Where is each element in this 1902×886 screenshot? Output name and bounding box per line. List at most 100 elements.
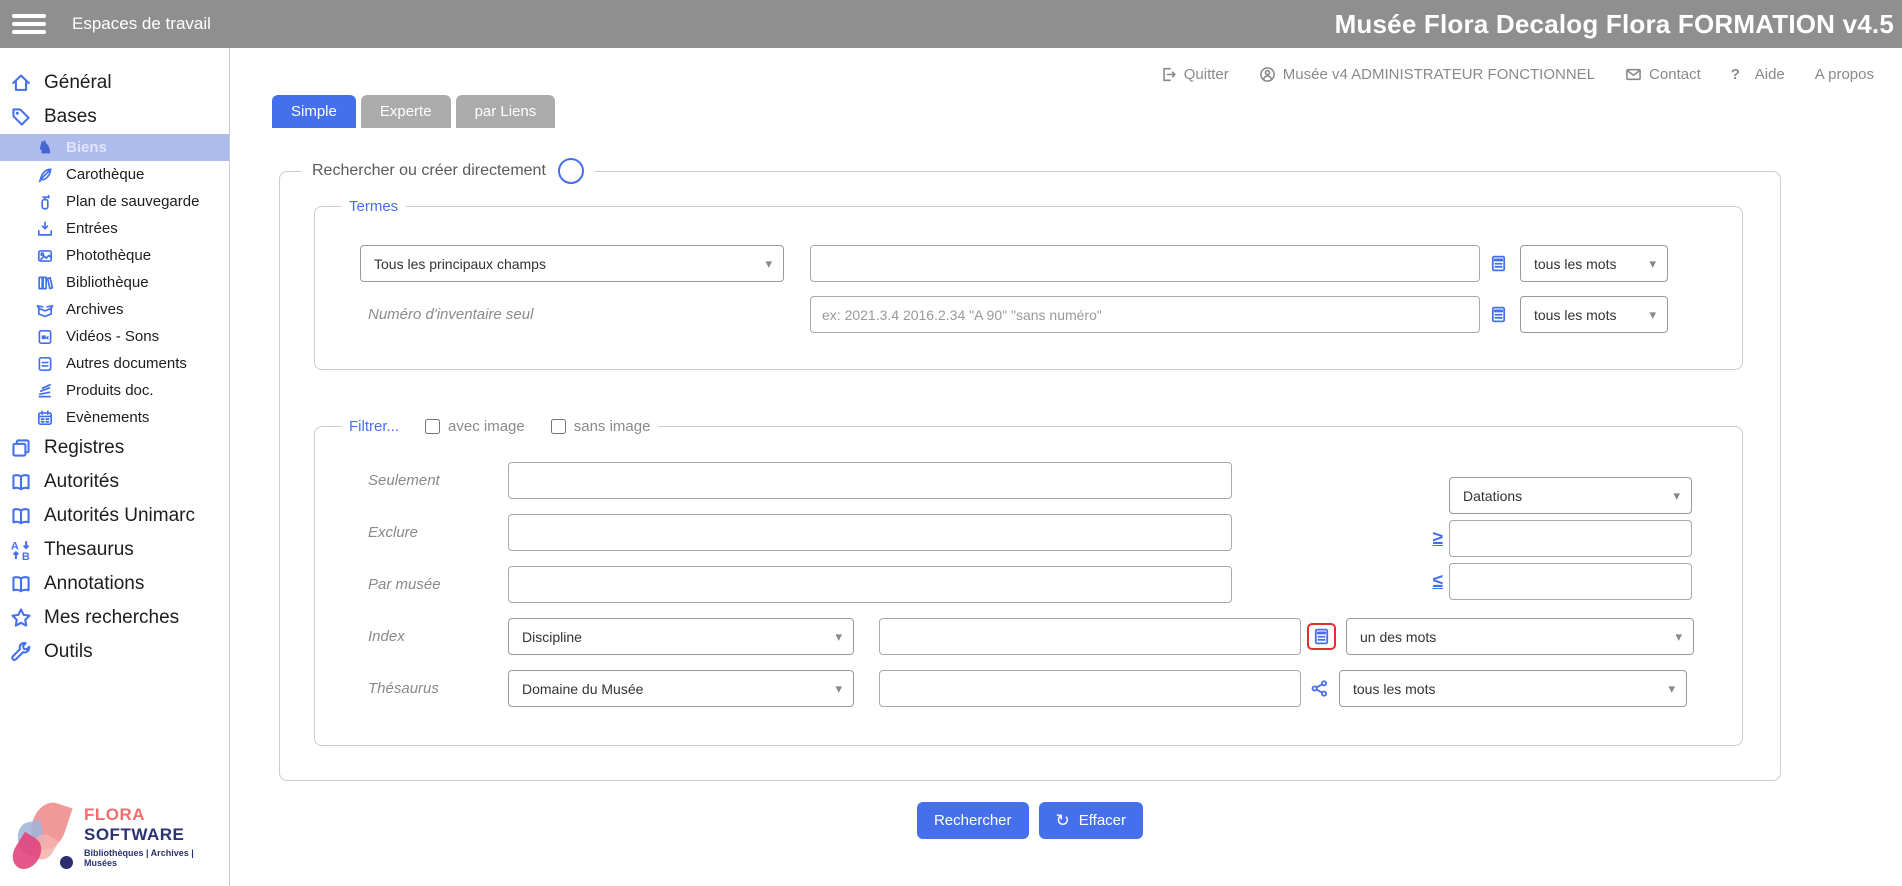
tab-simple[interactable]: Simple [272, 95, 356, 128]
par-musee-label: Par musée [368, 576, 508, 593]
sidebar-nav: Général Bases♞BiensCarothèque Plan de sauv… [0, 66, 229, 669]
sidebar-item-thesaurus[interactable]: ABThesaurus [0, 533, 229, 567]
sans-image-label: sans image [574, 418, 651, 435]
svg-text:B: B [22, 551, 30, 561]
datations-block: Datations ≥ ≤ [1426, 471, 1692, 600]
match-select-1[interactable]: tous les mots [1520, 245, 1668, 282]
gte-symbol[interactable]: ≥ [1433, 528, 1443, 550]
avec-image-option: avec image [425, 418, 525, 435]
knight-icon: ♞ [36, 139, 54, 157]
filtrer-legend: Filtrer... [349, 418, 399, 435]
sidebar-item-general[interactable]: Général [0, 66, 229, 100]
sidebar-item-label: Evènements [66, 409, 149, 426]
filtrer-section: Filtrer... avec image sans image Seuleme… [314, 418, 1743, 746]
add-record-button[interactable] [558, 158, 584, 184]
match-select-2[interactable]: tous les mots [1520, 296, 1668, 333]
sidebar-item-autres-documents[interactable]: Autres documents [0, 350, 229, 377]
exclure-input[interactable] [508, 514, 1232, 551]
datations-select[interactable]: Datations [1449, 477, 1692, 514]
a-propos-link[interactable]: A propos [1815, 66, 1874, 83]
sans-image-checkbox[interactable] [551, 419, 566, 434]
sidebar-item-autorites[interactable]: Autorités [0, 465, 229, 499]
thesaurus-input[interactable] [879, 670, 1301, 707]
effacer-button[interactable]: ↻Effacer [1039, 802, 1144, 839]
thesaurus-label: Thésaurus [368, 680, 508, 697]
thesaurus-match-select[interactable]: tous les mots [1339, 670, 1687, 707]
sidebar-item-outils[interactable]: Outils [0, 635, 229, 669]
avec-image-checkbox[interactable] [425, 419, 440, 434]
index-list-icon[interactable] [1312, 627, 1331, 646]
sidebar-item-label: Archives [66, 301, 124, 318]
exclure-label: Exclure [368, 524, 508, 541]
sidebar-item-entrees[interactable]: Entrées [0, 215, 229, 242]
sidebar-item-bases[interactable]: Bases [0, 100, 229, 134]
contact-label: Contact [1649, 66, 1701, 83]
flora-software-logo: FLORA SOFTWARE Bibliothèques | Archives … [0, 790, 229, 886]
index-match-select[interactable]: un des mots [1346, 618, 1694, 655]
sidebar-item-mes-recherches[interactable]: Mes recherches [0, 601, 229, 635]
datation-min-input[interactable] [1449, 520, 1692, 557]
index-list-highlight [1307, 623, 1336, 650]
par-musee-input[interactable] [508, 566, 1232, 603]
sidebar-item-annotations[interactable]: Annotations [0, 567, 229, 601]
plus-icon [564, 164, 578, 178]
sidebar-item-phototheque[interactable]: Photothèque [0, 242, 229, 269]
lte-symbol[interactable]: ≤ [1433, 571, 1443, 593]
field-select[interactable]: Tous les principaux champs [360, 245, 784, 282]
current-user[interactable]: Musée v4 ADMINISTRATEUR FONCTIONNEL [1259, 66, 1595, 83]
sidebar-item-label: Produits doc. [66, 382, 154, 399]
hamburger-menu-icon[interactable] [12, 14, 46, 34]
tab-experte[interactable]: Experte [361, 95, 451, 128]
index-input[interactable] [879, 618, 1301, 655]
tag-icon [10, 106, 32, 128]
inventory-number-input[interactable] [810, 296, 1480, 333]
sidebar-item-autorites-unimarc[interactable]: Autorités Unimarc [0, 499, 229, 533]
sidebar-item-label: Vidéos - Sons [66, 328, 159, 345]
refresh-icon: ↻ [1056, 811, 1070, 831]
aide-link[interactable]: ?Aide [1731, 66, 1785, 83]
index-list-icon[interactable] [1489, 305, 1508, 324]
books-icon [36, 274, 54, 292]
sidebar-item-bibliotheque[interactable]: Bibliothèque [0, 269, 229, 296]
sidebar-item-plan-de-sauvegarde[interactable]: Plan de sauvegarde [0, 188, 229, 215]
rechercher-button[interactable]: Rechercher [917, 802, 1029, 839]
index-list-icon[interactable] [1489, 254, 1508, 273]
logout-icon [1160, 66, 1177, 83]
datation-max-input[interactable] [1449, 563, 1692, 600]
thesaurus-tree-icon[interactable] [1310, 679, 1329, 698]
sidebar-item-label: Mes recherches [44, 607, 179, 629]
quitter-link[interactable]: Quitter [1160, 66, 1229, 83]
quitter-label: Quitter [1184, 66, 1229, 83]
workspace-label: Espaces de travail [72, 14, 211, 34]
action-buttons: Rechercher ↻Effacer [279, 802, 1781, 839]
inbox-download-icon [36, 220, 54, 238]
image-icon [36, 247, 54, 265]
sidebar-item-label: Général [44, 72, 112, 94]
sidebar-item-label: Registres [44, 437, 124, 459]
sidebar-item-evenements[interactable]: Evènements [0, 404, 229, 431]
term-input[interactable] [810, 245, 1480, 282]
sidebar: Général Bases♞BiensCarothèque Plan de sauv… [0, 48, 230, 886]
home-icon [10, 72, 32, 94]
sidebar-item-label: Autorités Unimarc [44, 505, 195, 527]
sidebar-item-label: Thesaurus [44, 539, 134, 561]
sans-image-option: sans image [551, 418, 651, 435]
sidebar-item-label: Autorités [44, 471, 119, 493]
sidebar-item-videos-sons[interactable]: Vidéos - Sons [0, 323, 229, 350]
sidebar-item-biens[interactable]: ♞Biens [0, 134, 229, 161]
sidebar-item-archives[interactable]: Archives [0, 296, 229, 323]
sidebar-item-label: Plan de sauvegarde [66, 193, 199, 210]
tab-par-liens[interactable]: par Liens [456, 95, 556, 128]
sidebar-item-carotheque[interactable]: Carothèque [0, 161, 229, 188]
thesaurus-select[interactable]: Domaine du Musée [508, 670, 854, 707]
logo-tagline: Bibliothèques | Archives | Musées [84, 848, 221, 868]
seulement-input[interactable] [508, 462, 1232, 499]
index-select[interactable]: Discipline [508, 618, 854, 655]
sidebar-item-registres[interactable]: Registres [0, 431, 229, 465]
contact-link[interactable]: Contact [1625, 66, 1701, 83]
sidebar-item-produits-doc[interactable]: Produits doc. [0, 377, 229, 404]
sidebar-item-label: Bibliothèque [66, 274, 149, 291]
document-icon [36, 355, 54, 373]
utility-links: Quitter Musée v4 ADMINISTRATEUR FONCTION… [230, 48, 1902, 83]
rechercher-label: Rechercher [934, 812, 1012, 829]
